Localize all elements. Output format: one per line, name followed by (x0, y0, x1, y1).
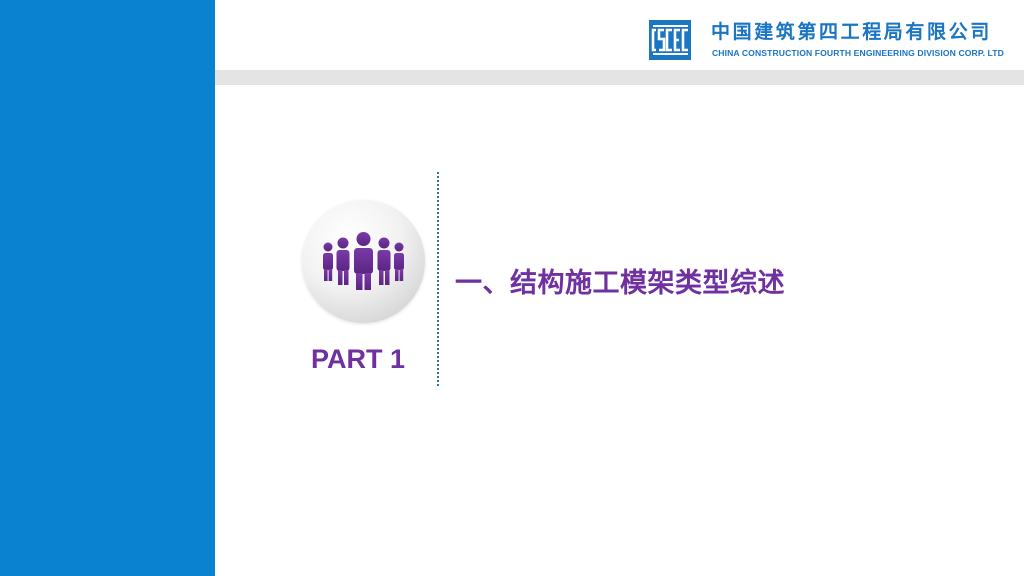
vertical-dotted-divider (437, 172, 439, 386)
company-name-cn: 中国建筑第四工程局有限公司 (711, 21, 992, 43)
people-group-icon (323, 232, 404, 290)
section-icon-circle (302, 200, 425, 323)
slide: 中国建筑第四工程局有限公司 CHINA CONSTRUCTION FOURTH … (0, 0, 1024, 576)
section-title: 一、结构施工模架类型综述 (455, 268, 785, 299)
header-divider-band (215, 70, 1024, 85)
cscec-logo-icon (649, 20, 691, 60)
left-sidebar-band (0, 0, 215, 576)
company-name-en: CHINA CONSTRUCTION FOURTH ENGINEERING DI… (712, 48, 1004, 58)
part-number-label: PART 1 (311, 344, 406, 374)
